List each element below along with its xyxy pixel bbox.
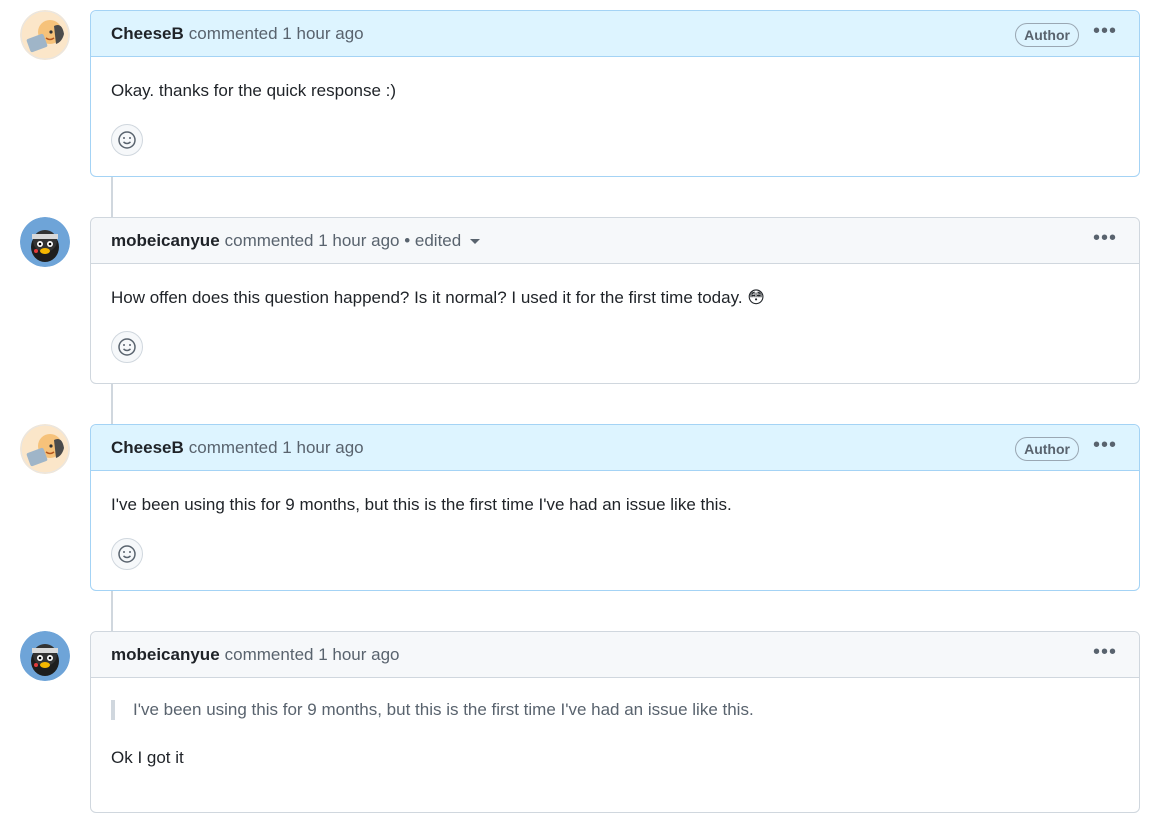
comment-header: mobeicanyue commented 1 hour ago ••• — [91, 632, 1139, 678]
comment-author[interactable]: CheeseB — [111, 24, 184, 44]
comment-box: mobeicanyue commented 1 hour ago • edite… — [90, 217, 1140, 384]
smiley-icon — [118, 338, 136, 356]
comment-body: How offen does this question happend? Is… — [111, 288, 766, 307]
kebab-horizontal-icon[interactable]: ••• — [1093, 435, 1117, 455]
comment-box: CheeseB commented 1 hour ago Author ••• … — [90, 10, 1140, 177]
comment-timestamp[interactable]: commented 1 hour ago — [189, 438, 364, 458]
comment-author[interactable]: mobeicanyue — [111, 645, 220, 665]
comment-box: CheeseB commented 1 hour ago Author ••• … — [90, 424, 1140, 591]
comment-timestamp[interactable]: commented 1 hour ago — [189, 24, 364, 44]
author-badge: Author — [1015, 437, 1079, 461]
avatar-cheeseb[interactable] — [20, 10, 70, 60]
timeline-line — [111, 177, 113, 218]
add-reaction-button[interactable] — [111, 331, 143, 363]
comment-body: Ok I got it — [111, 748, 184, 767]
avatar-mobeicanyue[interactable] — [20, 217, 70, 267]
smiley-icon — [118, 131, 136, 149]
comment-body: I've been using this for 9 months, but t… — [111, 495, 732, 514]
comment-body: Okay. thanks for the quick response :) — [111, 81, 397, 100]
comment-header: mobeicanyue commented 1 hour ago • edite… — [91, 218, 1139, 264]
comment-box: mobeicanyue commented 1 hour ago ••• I'v… — [90, 631, 1140, 813]
comment-timestamp[interactable]: commented 1 hour ago — [225, 645, 400, 665]
comment-header: CheeseB commented 1 hour ago Author ••• — [91, 425, 1139, 471]
timeline-line — [111, 384, 113, 425]
triangle-down-icon[interactable] — [470, 239, 481, 244]
kebab-horizontal-icon[interactable]: ••• — [1093, 642, 1117, 662]
comment-author[interactable]: mobeicanyue — [111, 231, 220, 251]
kebab-horizontal-icon[interactable]: ••• — [1093, 21, 1117, 41]
avatar-cheeseb[interactable] — [20, 424, 70, 474]
comment-header: CheeseB commented 1 hour ago Author ••• — [91, 11, 1139, 57]
comment-timestamp[interactable]: commented 1 hour ago • edited — [225, 231, 462, 251]
add-reaction-button[interactable] — [111, 124, 143, 156]
timeline-line — [111, 591, 113, 632]
avatar-mobeicanyue[interactable] — [20, 631, 70, 681]
blockquote: I've been using this for 9 months, but t… — [111, 700, 754, 720]
kebab-horizontal-icon[interactable]: ••• — [1093, 228, 1117, 248]
comment-author[interactable]: CheeseB — [111, 438, 184, 458]
smiley-icon — [118, 545, 136, 563]
author-badge: Author — [1015, 23, 1079, 47]
add-reaction-button[interactable] — [111, 538, 143, 570]
